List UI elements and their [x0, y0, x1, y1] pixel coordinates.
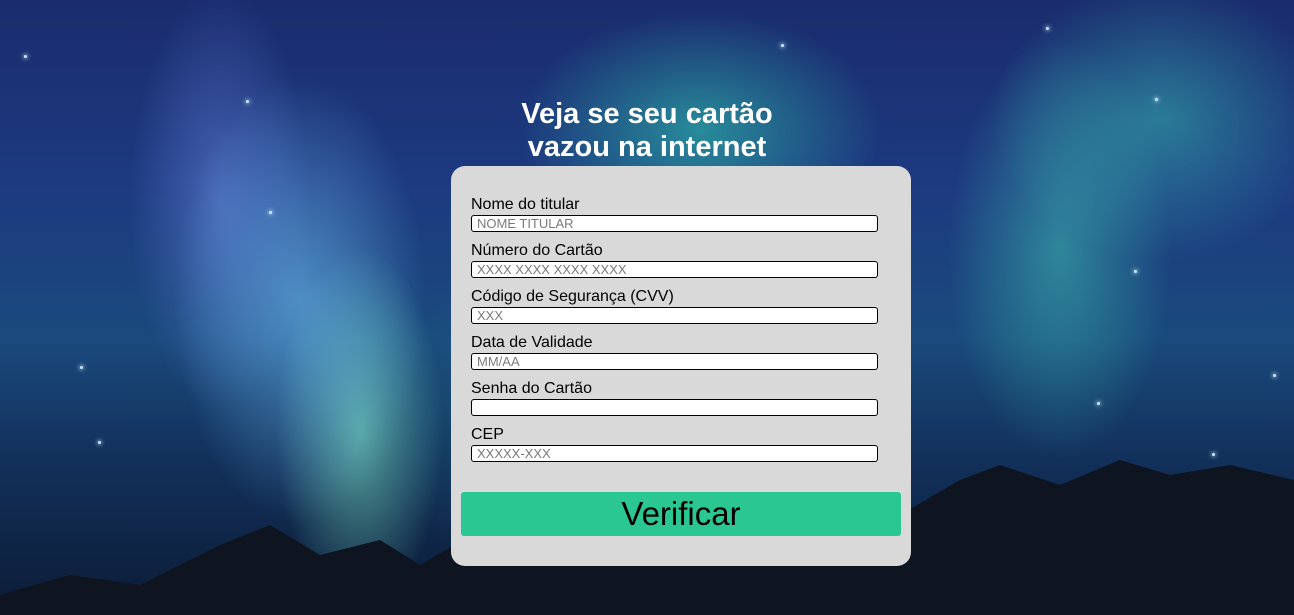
- card-number-input[interactable]: [471, 261, 878, 278]
- field-cardholder-name: Nome do titular: [471, 196, 878, 242]
- field-card-number: Número do Cartão: [471, 242, 878, 288]
- expiry-date-input[interactable]: [471, 353, 878, 370]
- card-password-label: Senha do Cartão: [471, 380, 592, 397]
- verify-button[interactable]: Verificar: [461, 492, 901, 536]
- card-check-form: Nome do titular Número do Cartão Código …: [451, 166, 911, 566]
- star: [80, 366, 83, 369]
- expiry-date-label: Data de Validade: [471, 334, 593, 351]
- page-title: Veja se seu cartão vazou na internet: [0, 98, 1294, 164]
- cep-input[interactable]: [471, 445, 878, 462]
- field-cep: CEP: [471, 426, 878, 472]
- cardholder-name-input[interactable]: [471, 215, 878, 232]
- star: [1273, 374, 1276, 377]
- star: [269, 211, 272, 214]
- page-title-line-1: Veja se seu cartão: [521, 98, 773, 130]
- star: [1097, 402, 1100, 405]
- cep-label: CEP: [471, 426, 504, 443]
- cvv-label: Código de Segurança (CVV): [471, 288, 674, 305]
- page-title-line-2: vazou na internet: [527, 131, 767, 163]
- star: [1134, 270, 1137, 273]
- cvv-input[interactable]: [471, 307, 878, 324]
- field-cvv: Código de Segurança (CVV): [471, 288, 878, 334]
- field-card-password: Senha do Cartão: [471, 380, 878, 426]
- star: [781, 44, 784, 47]
- star: [24, 55, 27, 58]
- card-number-label: Número do Cartão: [471, 242, 603, 259]
- cardholder-name-label: Nome do titular: [471, 196, 580, 213]
- star: [1046, 27, 1049, 30]
- card-password-input[interactable]: [471, 399, 878, 416]
- field-expiry-date: Data de Validade: [471, 334, 878, 380]
